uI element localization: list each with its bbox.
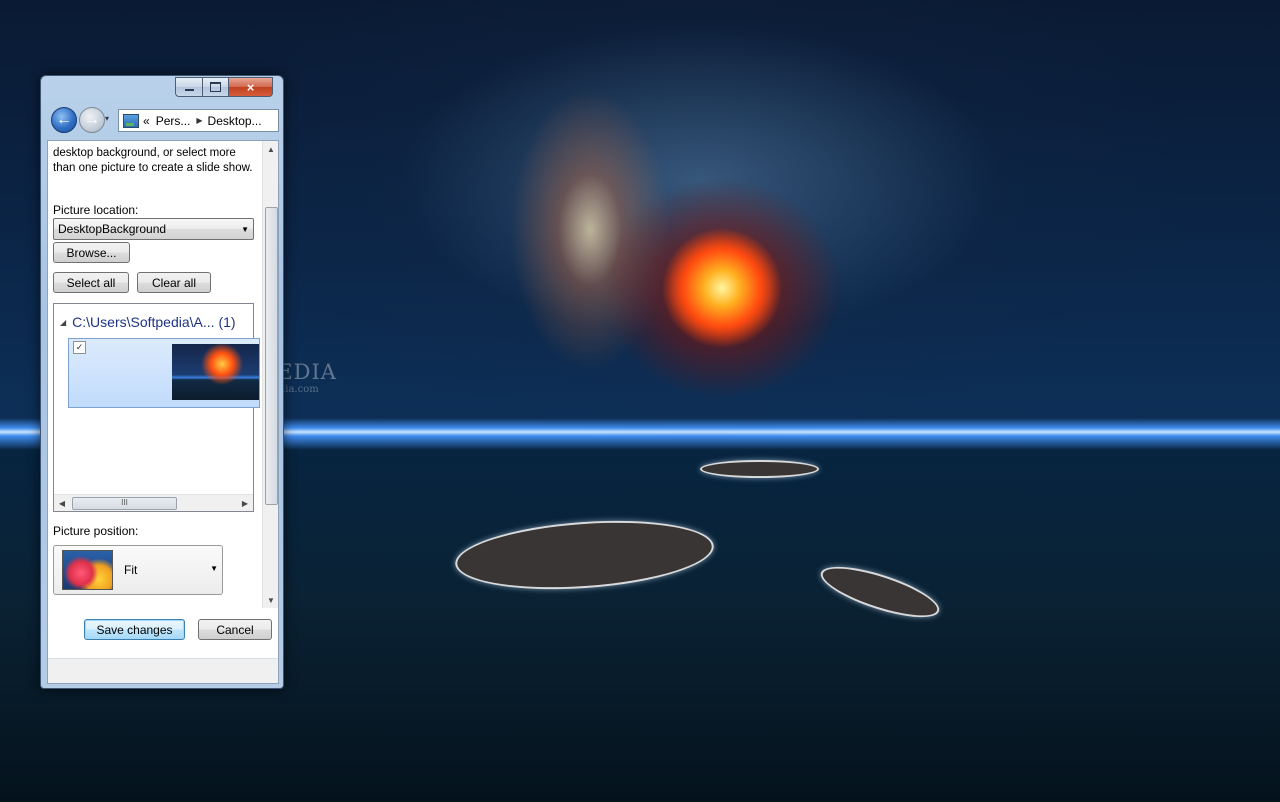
vertical-scrollbar[interactable]: ▲ ▼ xyxy=(262,141,278,608)
address-bar[interactable]: « Pers... ▶ Desktop... xyxy=(118,109,279,132)
cancel-button[interactable]: Cancel xyxy=(198,619,272,640)
personalization-window: × ← → ▾ « Pers... ▶ Desktop... desktop b… xyxy=(40,75,284,689)
maximize-icon xyxy=(210,82,221,92)
horizontal-scroll-thumb[interactable]: III xyxy=(72,497,177,510)
window-controls: × xyxy=(175,77,273,97)
picture-position-dropdown[interactable]: Fit ▼ xyxy=(53,545,223,595)
island-far xyxy=(700,460,819,478)
select-all-button[interactable]: Select all xyxy=(53,272,129,293)
horizontal-scrollbar[interactable]: ◀ III ▶ xyxy=(54,494,253,511)
folder-path-text: C:\Users\Softpedia\A... (1) xyxy=(72,314,236,330)
breadcrumb-overflow[interactable]: « xyxy=(143,114,150,128)
instructions-text: desktop background, or select more than … xyxy=(53,147,253,174)
picture-location-dropdown[interactable]: DesktopBackground ▼ xyxy=(53,218,254,240)
picture-checkbox[interactable]: ✓ xyxy=(73,341,86,354)
save-changes-button[interactable]: Save changes xyxy=(84,619,185,640)
pictures-list[interactable]: ◢ C:\Users\Softpedia\A... (1) ✓ ◀ III ▶ xyxy=(53,303,260,512)
picture-thumbnail[interactable] xyxy=(172,344,259,400)
chevron-down-icon: ▼ xyxy=(210,564,218,573)
island-large xyxy=(453,513,716,597)
navigation-bar: ← → ▾ « Pers... ▶ Desktop... xyxy=(47,106,279,134)
back-button[interactable]: ← xyxy=(51,107,77,133)
breadcrumb-personalization[interactable]: Pers... xyxy=(156,114,191,128)
recent-pages-dropdown[interactable]: ▾ xyxy=(105,114,109,123)
breadcrumb-separator-icon[interactable]: ▶ xyxy=(196,116,202,125)
breadcrumb-desktop-background[interactable]: Desktop... xyxy=(208,114,262,128)
scrollable-content: desktop background, or select more than … xyxy=(48,141,262,658)
window-client-area: desktop background, or select more than … xyxy=(47,140,279,684)
minimize-button[interactable] xyxy=(175,77,203,97)
browse-button[interactable]: Browse... xyxy=(53,242,130,263)
status-bar xyxy=(48,658,278,683)
close-icon: × xyxy=(246,79,255,95)
scroll-down-icon[interactable]: ▼ xyxy=(263,592,278,608)
picture-location-value: DesktopBackground xyxy=(58,222,167,236)
position-preview-thumbnail xyxy=(62,550,113,590)
folder-group-header[interactable]: ◢ C:\Users\Softpedia\A... (1) xyxy=(60,314,236,330)
chevron-down-icon: ▼ xyxy=(241,224,249,234)
clear-all-button[interactable]: Clear all xyxy=(137,272,211,293)
picture-location-label: Picture location: xyxy=(53,203,139,217)
picture-tile[interactable]: ✓ xyxy=(68,338,260,408)
scroll-up-icon[interactable]: ▲ xyxy=(263,141,278,157)
forward-arrow-icon: → xyxy=(84,111,100,128)
picture-position-value: Fit xyxy=(124,563,138,577)
close-button[interactable]: × xyxy=(229,77,273,97)
vertical-scroll-thumb[interactable] xyxy=(265,207,278,505)
scroll-left-icon[interactable]: ◀ xyxy=(54,495,70,511)
scroll-right-icon[interactable]: ▶ xyxy=(237,495,253,511)
minimize-icon xyxy=(184,89,194,91)
maximize-button[interactable] xyxy=(203,77,229,97)
collapse-triangle-icon[interactable]: ◢ xyxy=(60,318,66,327)
island-small xyxy=(815,556,945,628)
back-arrow-icon: ← xyxy=(56,111,72,128)
picture-position-label: Picture position: xyxy=(53,524,139,538)
forward-button[interactable]: → xyxy=(79,107,105,133)
control-panel-icon xyxy=(123,113,139,128)
